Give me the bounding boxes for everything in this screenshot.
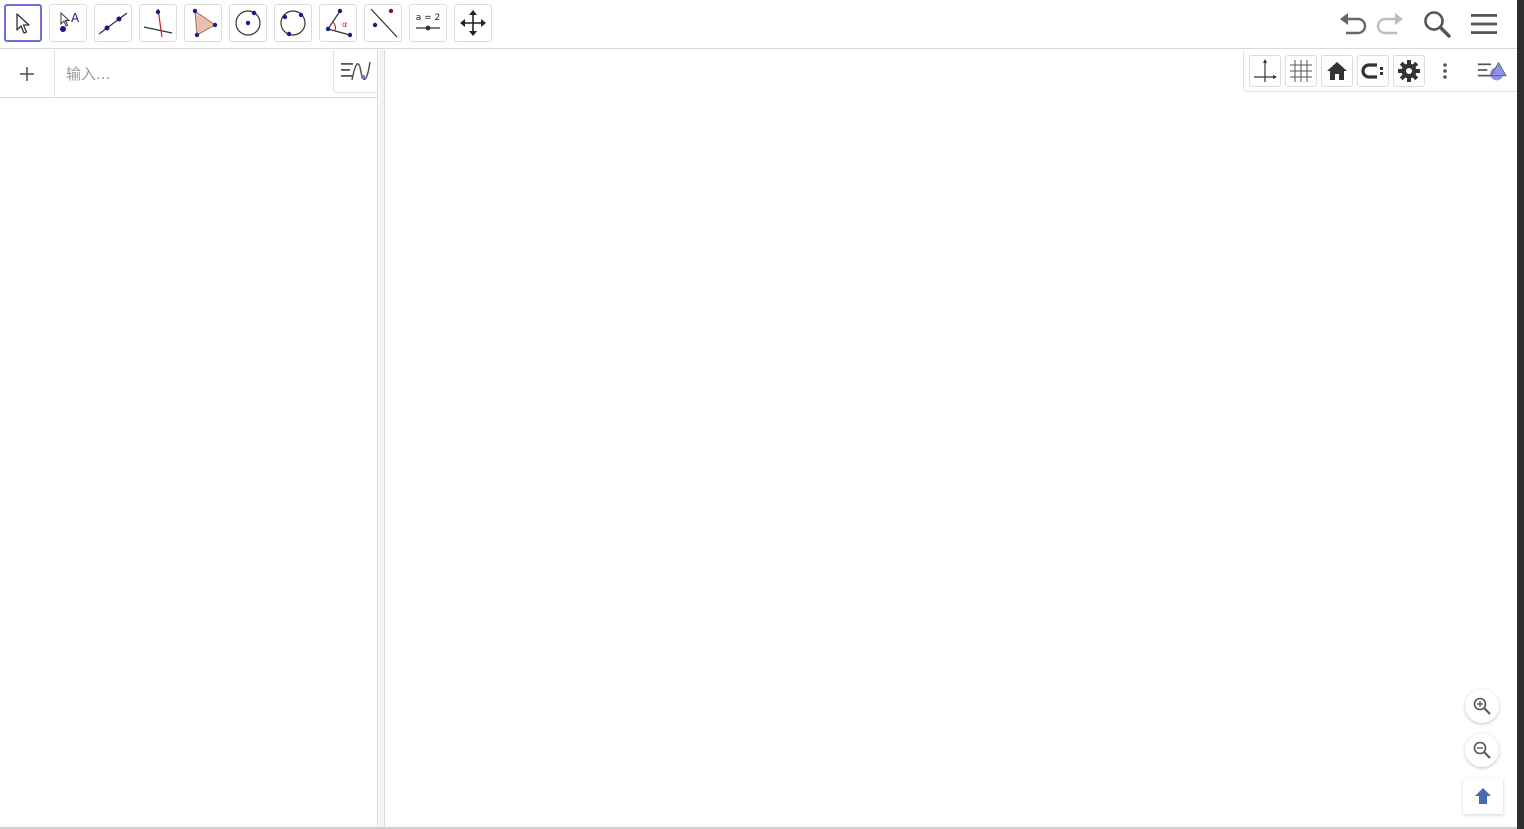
toggle-style-bar-button[interactable] (1476, 55, 1508, 87)
standard-view-corner-button[interactable] (1463, 778, 1503, 814)
graphics-settings-button[interactable] (1393, 55, 1425, 87)
capture-style-icon (1361, 63, 1383, 79)
circle-three-points-tool-button[interactable] (274, 4, 312, 42)
zoom-in-icon (1473, 697, 1491, 715)
hamburger-menu-icon (1471, 14, 1497, 34)
graphics-style-bar (1243, 52, 1517, 92)
algebra-input[interactable] (62, 60, 330, 88)
add-item-button[interactable] (0, 50, 55, 97)
circle-center-point-icon (235, 10, 261, 36)
angle-tool-button[interactable]: α (319, 4, 357, 42)
graphics-view[interactable] (386, 50, 1517, 827)
angle-tool-label: α (342, 20, 347, 29)
perpendicular-line-icon (143, 8, 173, 38)
slider-icon: a = 2 (416, 13, 441, 31)
reflect-tool-button[interactable] (364, 4, 402, 42)
polygon-tool-button[interactable] (184, 4, 222, 42)
point-tool-button[interactable]: A (49, 4, 87, 42)
zoom-in-button[interactable] (1465, 689, 1499, 723)
reflect-about-line-icon (370, 8, 398, 38)
redo-icon (1376, 13, 1403, 35)
main-toolbar: A α a = 2 (0, 0, 1517, 49)
toggle-grid-button[interactable] (1285, 55, 1317, 87)
more-vertical-icon (1443, 63, 1447, 79)
polygon-icon (192, 8, 218, 38)
search-icon (1424, 11, 1451, 38)
point-tool-label: A (71, 11, 80, 25)
toggle-style-bar-icon (1477, 61, 1507, 81)
undo-button[interactable] (1335, 6, 1371, 42)
grid-icon (1290, 60, 1312, 82)
line-tool-button[interactable] (94, 4, 132, 42)
window-border (1517, 0, 1524, 829)
standard-view-icon (1475, 788, 1491, 804)
view-splitter[interactable] (379, 50, 385, 827)
toggle-axes-button[interactable] (1249, 55, 1281, 87)
move-tool-button[interactable] (4, 4, 42, 42)
slider-tool-button[interactable]: a = 2 (409, 4, 447, 42)
move-cross-arrows-icon (460, 10, 486, 36)
cursor-arrow-icon (16, 13, 30, 34)
geogebra-app: A α a = 2 输入... (0, 0, 1524, 829)
algebra-settings-button[interactable] (333, 50, 377, 93)
perpendicular-line-tool-button[interactable] (139, 4, 177, 42)
zoom-out-icon (1473, 741, 1491, 759)
home-icon (1327, 62, 1347, 80)
plus-icon (20, 66, 34, 81)
main-menu-button[interactable] (1466, 6, 1502, 42)
circle-three-points-icon (280, 10, 306, 37)
search-button[interactable] (1419, 6, 1455, 42)
standard-view-button[interactable] (1321, 55, 1353, 87)
capture-style-button[interactable] (1357, 55, 1389, 87)
gear-icon (1398, 60, 1420, 82)
circle-center-point-tool-button[interactable] (229, 4, 267, 42)
slider-tool-label: a = 2 (416, 13, 441, 23)
axes-icon (1254, 59, 1277, 82)
algebra-settings-icon (340, 61, 371, 81)
move-graphics-view-tool-button[interactable] (454, 4, 492, 42)
redo-button[interactable] (1372, 6, 1408, 42)
undo-icon (1340, 13, 1367, 35)
more-options-button[interactable] (1429, 55, 1461, 87)
algebra-view (0, 50, 378, 827)
zoom-out-button[interactable] (1465, 733, 1499, 767)
angle-icon: α (325, 8, 353, 38)
line-two-points-icon (98, 12, 128, 35)
algebra-input-row (0, 50, 378, 98)
point-label-icon: A (60, 11, 80, 32)
